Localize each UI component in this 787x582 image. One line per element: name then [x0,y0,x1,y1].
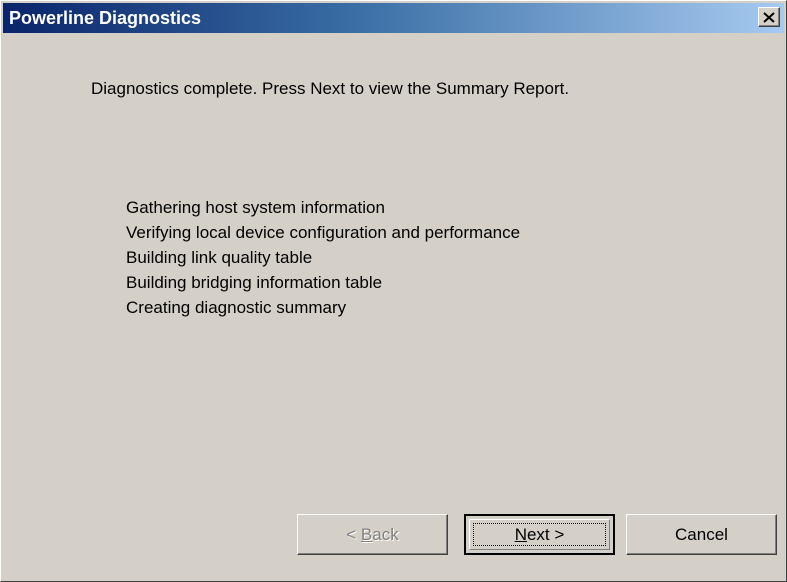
cancel-button-label: Cancel [675,524,728,544]
list-item: Building bridging information table [126,273,383,292]
close-button[interactable] [758,7,780,27]
title-bar[interactable]: Powerline Diagnostics [3,3,784,33]
dialog-window: Powerline Diagnostics Diagnostics comple… [0,0,787,582]
back-button[interactable]: < Back [297,514,448,555]
back-button-label: < Back [346,524,399,544]
list-item: Creating diagnostic summary [126,298,347,317]
next-button-label: Next > [514,524,565,544]
window-title: Powerline Diagnostics [9,8,202,28]
close-icon [763,11,775,23]
diagnostic-steps-list: Gathering host system information Verify… [126,195,520,320]
list-item: Gathering host system information [126,198,385,217]
list-item: Verifying local device configuration and… [126,223,521,242]
next-button[interactable]: Next > [464,514,615,555]
cancel-button[interactable]: Cancel [626,514,777,555]
list-item: Building link quality table [126,248,313,267]
status-message: Diagnostics complete. Press Next to view… [91,79,570,98]
